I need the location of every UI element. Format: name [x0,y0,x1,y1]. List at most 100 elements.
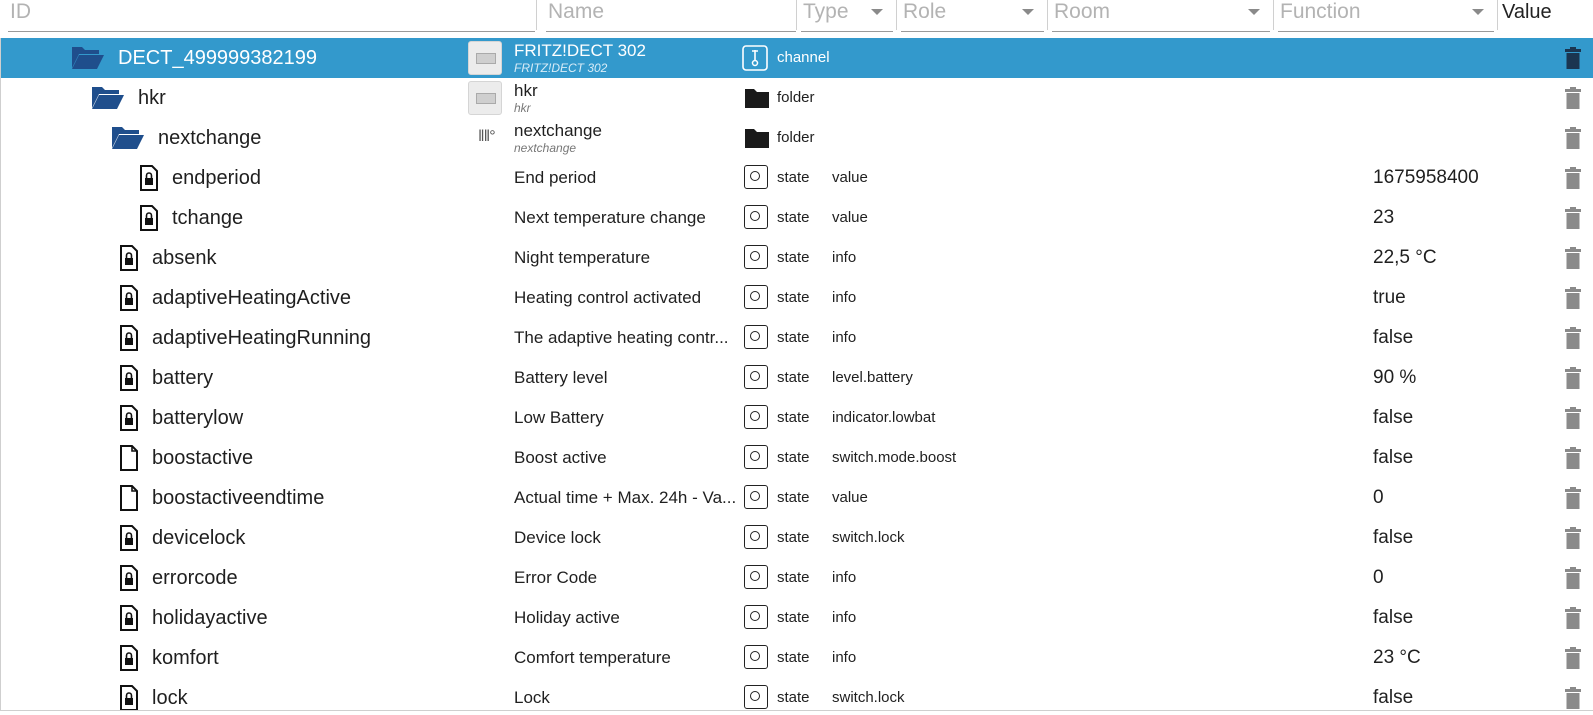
row-value[interactable]: false [1373,407,1413,429]
trash-icon[interactable] [1564,47,1582,69]
row-value[interactable]: 90 % [1373,367,1416,389]
id-filter-input[interactable]: ID [8,0,535,32]
row-value[interactable]: false [1373,607,1413,629]
type-filter-select[interactable]: Type [801,0,893,32]
table-row[interactable]: absenk Night temperature state info 22,5 °C [1,238,1593,278]
trash-icon[interactable] [1564,287,1582,309]
trash-icon[interactable] [1564,687,1582,709]
state-circle-icon [744,565,768,589]
row-name: Next temperature change [514,208,706,227]
column-divider[interactable] [896,0,897,30]
row-value[interactable]: 23 [1373,207,1394,229]
room-filter-label: Room [1054,0,1111,23]
row-role: indicator.lowbat [832,409,936,426]
room-filter-select[interactable]: Room [1052,0,1270,32]
table-row[interactable]: endperiod End period state value 1675958400 [1,158,1593,198]
function-filter-select[interactable]: Function [1278,0,1494,32]
trash-icon[interactable] [1564,607,1582,629]
trash-icon[interactable] [1564,367,1582,389]
column-divider[interactable] [1273,0,1274,30]
row-value[interactable]: 22,5 °C [1373,247,1437,269]
state-circle-icon [744,285,768,309]
row-role: switch.lock [832,689,905,706]
trash-icon[interactable] [1564,167,1582,189]
thermostat-device-icon [468,41,502,75]
file-lock-icon [140,165,158,191]
column-divider[interactable] [1047,0,1048,30]
row-id: battery [152,367,214,389]
column-divider[interactable] [796,0,797,30]
folder-open-icon[interactable] [111,124,145,150]
trash-icon[interactable] [1564,647,1582,669]
filter-header: ID Name Type Role Room Function Value [0,0,1593,38]
row-value[interactable]: false [1373,447,1413,469]
table-row[interactable]: tchange Next temperature change state value… [1,198,1593,238]
table-row[interactable]: batterylow Low Battery state indicator.lowb… [1,398,1593,438]
trash-icon[interactable] [1564,407,1582,429]
table-row[interactable]: devicelock Device lock state switch.lock fal… [1,518,1593,558]
channel-icon [742,45,768,71]
row-role: value [832,489,868,506]
row-type: state [777,689,810,706]
folder-open-icon[interactable] [71,44,105,70]
row-type: state [777,609,810,626]
row-id: holidayactive [152,607,268,629]
row-role: value [832,209,868,226]
trash-icon[interactable] [1564,527,1582,549]
type-filter-label: Type [803,0,849,23]
row-type: folder [777,129,815,146]
row-value[interactable]: false [1373,687,1413,709]
trash-icon[interactable] [1564,207,1582,229]
row-name: FRITZ!DECT 302 FRITZ!DECT 302 [514,42,646,76]
table-row[interactable]: boostactiveendtime Actual time + Max. 24h… [1,478,1593,518]
table-row[interactable]: boostactive Boost active state switch.mode.… [1,438,1593,478]
table-row[interactable]: adaptiveHeatingRunning The adaptive heati… [1,318,1593,358]
row-name: hkr hkr [514,82,538,116]
table-row[interactable]: errorcode Error Code state info 0 [1,558,1593,598]
row-value[interactable]: 23 °C [1373,647,1421,669]
row-id: nextchange [158,127,262,149]
table-row[interactable]: holidayactive Holiday active state info fals… [1,598,1593,638]
row-type: state [777,489,810,506]
trash-icon[interactable] [1564,487,1582,509]
file-lock-icon [120,525,138,551]
table-row[interactable]: nextchange ǁǁ° nextchange nextchange fol… [1,118,1593,158]
table-row[interactable]: battery Battery level state level.battery 90… [1,358,1593,398]
row-value[interactable]: false [1373,527,1413,549]
row-name-sub: hkr [514,101,531,115]
row-name-sub: nextchange [514,141,577,155]
trash-icon[interactable] [1564,127,1582,149]
trash-icon[interactable] [1564,327,1582,349]
column-divider[interactable] [536,0,537,30]
table-row[interactable]: DECT_499999382199 FRITZ!DECT 302 FRITZ!D… [1,38,1593,78]
row-value[interactable]: 0 [1373,567,1384,589]
row-type: state [777,569,810,586]
trash-icon[interactable] [1564,447,1582,469]
row-name: Actual time + Max. 24h - Va... [514,488,737,507]
file-icon [120,485,138,511]
row-name: Comfort temperature [514,648,671,667]
row-value[interactable]: 0 [1373,487,1384,509]
row-id: batterylow [152,407,244,429]
row-value[interactable]: true [1373,287,1406,309]
row-value[interactable]: 1675958400 [1373,167,1479,189]
table-row[interactable]: adaptiveHeatingActive Heating control act… [1,278,1593,318]
row-id: endperiod [172,167,261,189]
row-name: Heating control activated [514,288,702,307]
row-type: state [777,169,810,186]
name-filter-input[interactable]: Name [546,0,796,32]
table-row[interactable]: komfort Comfort temperature state info 23 °C [1,638,1593,678]
trash-icon[interactable] [1564,247,1582,269]
row-value[interactable]: false [1373,327,1413,349]
table-row[interactable]: lock Lock state switch.lock false [1,678,1593,710]
table-row[interactable]: hkr hkr hkr folder [1,78,1593,118]
role-filter-select[interactable]: Role [901,0,1044,32]
file-lock-icon [140,205,158,231]
row-id: boostactiveendtime [152,487,325,509]
trash-icon[interactable] [1564,567,1582,589]
state-circle-icon [744,405,768,429]
trash-icon[interactable] [1564,87,1582,109]
column-divider[interactable] [1497,0,1498,30]
folder-open-icon[interactable] [91,84,125,110]
row-role: switch.mode.boost [832,449,957,466]
